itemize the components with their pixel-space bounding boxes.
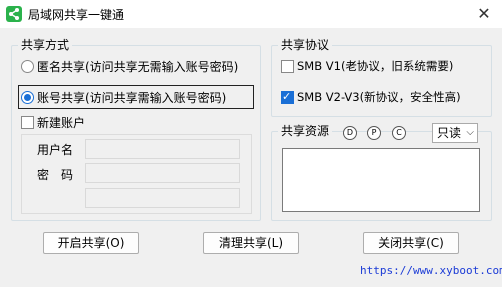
drive-p-button[interactable]: P (367, 126, 381, 140)
password-label: 密 码 (37, 168, 74, 182)
protocol-group: 共享协议 SMB V1(老协议，旧系统需要) ✓ SMB V2-V3(新协议，安… (271, 38, 492, 117)
new-account-label[interactable]: 新建账户 (37, 114, 85, 131)
resource-list[interactable] (282, 148, 480, 212)
smb1-checkbox[interactable] (281, 60, 294, 73)
window-title: 局域网共享一键通 (28, 8, 125, 22)
share-icon (6, 6, 22, 22)
close-share-button[interactable]: 关闭共享(C) (363, 232, 459, 254)
anonymous-label[interactable]: 匿名共享(访问共享无需输入账号密码) (37, 58, 238, 75)
close-window-button[interactable]: ✕ (472, 2, 496, 26)
anonymous-radio[interactable] (21, 60, 34, 73)
check-icon: ✓ (282, 90, 292, 103)
protocol-title: 共享协议 (278, 38, 333, 52)
account-radio-dot (24, 94, 31, 101)
account-label[interactable]: 账号共享(访问共享需输入账号密码) (37, 89, 226, 106)
chevron-down-icon: ⌵ (466, 127, 474, 138)
new-account-checkbox[interactable] (21, 116, 34, 129)
share-mode-title: 共享方式 (18, 38, 73, 52)
drive-d-button[interactable]: D (343, 126, 357, 140)
smb2-label[interactable]: SMB V2-V3(新协议，安全性高) (297, 89, 461, 105)
password-field[interactable] (85, 163, 240, 183)
title-bar: 局域网共享一键通 ✕ (0, 0, 502, 28)
username-label: 用户名 (37, 143, 74, 157)
clean-share-button[interactable]: 清理共享(L) (203, 232, 299, 254)
smb1-label[interactable]: SMB V1(老协议，旧系统需要) (297, 58, 453, 74)
drive-c-button[interactable]: C (392, 126, 406, 140)
smb2-checkbox[interactable]: ✓ (281, 90, 294, 104)
website-link[interactable]: https://www.xyboot.com (360, 264, 502, 277)
permission-select[interactable]: 只读 ⌵ (432, 123, 478, 143)
password-confirm-field[interactable] (85, 188, 240, 208)
resources-group: 共享资源 D P C 只读 ⌵ (271, 123, 492, 221)
resources-title: 共享资源 (278, 124, 333, 138)
share-mode-group: 共享方式 匿名共享(访问共享无需输入账号密码) 账号共享(访问共享需输入账号密码… (11, 38, 261, 221)
account-radio[interactable] (21, 91, 34, 104)
username-field[interactable] (85, 139, 240, 159)
client-area: 共享方式 匿名共享(访问共享无需输入账号密码) 账号共享(访问共享需输入账号密码… (0, 28, 502, 287)
open-share-button[interactable]: 开启共享(O) (43, 232, 139, 254)
permission-value: 只读 (437, 126, 462, 140)
